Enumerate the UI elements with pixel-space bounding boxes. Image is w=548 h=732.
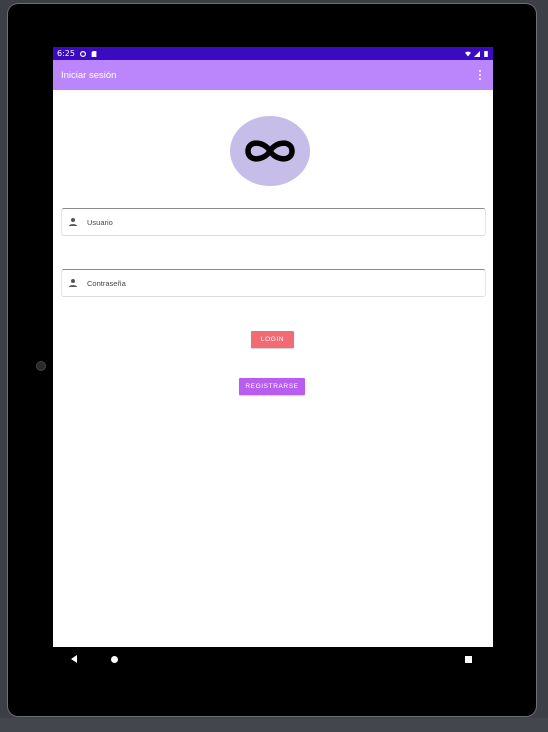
back-icon[interactable] xyxy=(71,655,77,663)
app-bar: Iniciar sesión xyxy=(53,60,493,90)
username-field[interactable] xyxy=(61,208,486,236)
status-bar: 6:25 xyxy=(53,47,493,60)
person-icon xyxy=(69,218,77,226)
page-title: Iniciar sesión xyxy=(61,69,117,81)
app-screen: 6:25 Iniciar sesión LOGIN REGI xyxy=(53,47,493,647)
sd-card-icon xyxy=(91,50,97,57)
front-camera xyxy=(36,361,46,371)
navigation-bar xyxy=(53,648,493,674)
infinity-icon xyxy=(245,140,295,162)
recents-icon[interactable] xyxy=(465,656,472,663)
battery-icon xyxy=(484,50,488,57)
person-icon xyxy=(69,279,77,287)
login-button[interactable]: LOGIN xyxy=(251,331,294,348)
username-input[interactable] xyxy=(87,217,467,227)
register-button[interactable]: REGISTRARSE xyxy=(239,378,305,395)
more-vert-icon[interactable] xyxy=(475,68,485,82)
signal-icon xyxy=(474,50,480,57)
wifi-icon xyxy=(465,51,471,56)
password-input[interactable] xyxy=(87,278,467,288)
home-icon[interactable] xyxy=(111,656,118,663)
data-saver-icon xyxy=(79,50,86,57)
status-time: 6:25 xyxy=(57,49,75,58)
desktop-background-strip xyxy=(0,718,548,732)
app-logo xyxy=(230,116,310,186)
password-field[interactable] xyxy=(61,269,486,297)
